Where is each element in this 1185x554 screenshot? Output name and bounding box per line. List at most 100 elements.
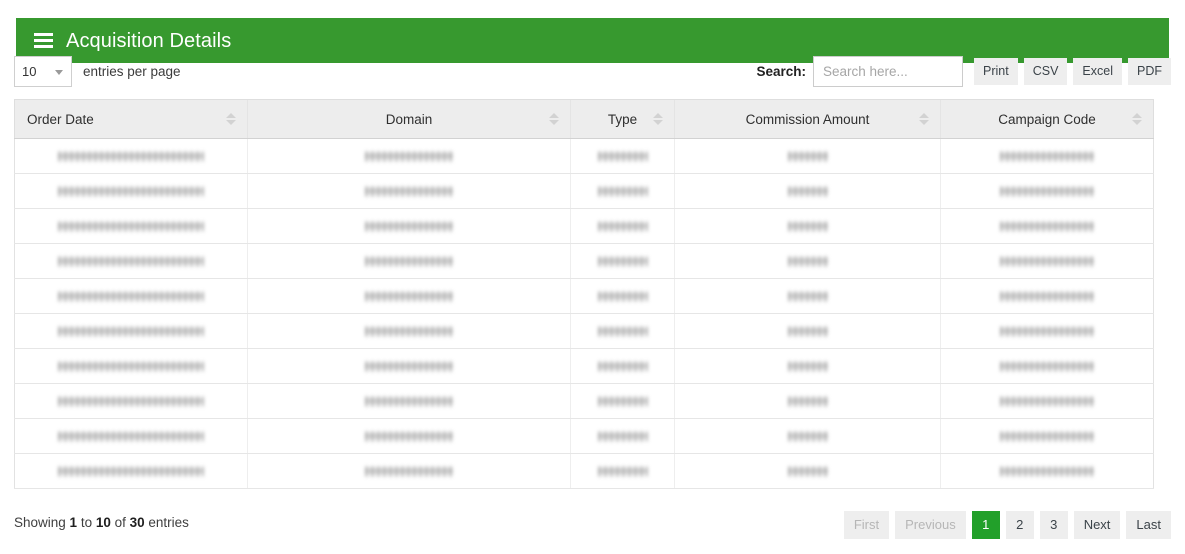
info-mid: to — [77, 515, 96, 530]
pagination-button-2[interactable]: 2 — [1005, 511, 1034, 539]
redacted-value — [365, 325, 453, 337]
table-row[interactable] — [14, 138, 1154, 174]
pagination-button-last[interactable]: Last — [1126, 511, 1171, 539]
info-end: 10 — [95, 515, 111, 530]
page-length-label: entries per page — [83, 64, 181, 79]
redacted-value — [58, 360, 204, 372]
redacted-value — [1000, 360, 1094, 372]
table-cell — [570, 278, 675, 314]
table-cell — [247, 278, 571, 314]
table-row[interactable] — [14, 208, 1154, 244]
redacted-value — [597, 185, 648, 197]
redacted-value — [58, 465, 204, 477]
redacted-value — [365, 185, 453, 197]
column-header-campaign-code[interactable]: Campaign Code — [940, 99, 1154, 139]
table-cell — [940, 383, 1154, 419]
chevron-down-icon — [55, 69, 63, 75]
redacted-value — [787, 150, 828, 162]
print-button[interactable]: Print — [974, 58, 1018, 85]
table-cell — [570, 453, 675, 489]
hamburger-icon[interactable] — [34, 33, 53, 48]
column-header-commission-amount[interactable]: Commission Amount — [674, 99, 941, 139]
excel-button[interactable]: Excel — [1073, 58, 1122, 85]
table-cell — [940, 313, 1154, 349]
redacted-value — [58, 255, 204, 267]
table-cell — [247, 173, 571, 209]
redacted-value — [1000, 185, 1094, 197]
redacted-value — [1000, 290, 1094, 302]
redacted-value — [787, 395, 828, 407]
page-title: Acquisition Details — [66, 29, 232, 52]
sort-updown-icon[interactable] — [653, 111, 663, 127]
redacted-value — [597, 290, 648, 302]
column-header-domain[interactable]: Domain — [247, 99, 571, 139]
redacted-value — [787, 255, 828, 267]
pagination-button-1[interactable]: 1 — [971, 511, 1000, 539]
redacted-value — [597, 465, 648, 477]
redacted-value — [1000, 220, 1094, 232]
table-cell — [14, 243, 248, 279]
redacted-value — [365, 255, 453, 267]
redacted-value — [58, 150, 204, 162]
pagination-button-next[interactable]: Next — [1073, 511, 1121, 539]
column-header-order-date[interactable]: Order Date — [14, 99, 248, 139]
redacted-value — [787, 325, 828, 337]
table-row[interactable] — [14, 348, 1154, 384]
table-header-row: Order Date Domain Type Commission Amount — [14, 99, 1154, 139]
info-of: of — [110, 515, 130, 530]
search-input[interactable] — [813, 56, 964, 87]
sort-updown-icon[interactable] — [919, 111, 929, 127]
sort-updown-icon[interactable] — [1132, 111, 1142, 127]
column-label: Commission Amount — [745, 111, 870, 127]
table-row[interactable] — [14, 453, 1154, 489]
table-cell — [940, 173, 1154, 209]
table-row[interactable] — [14, 278, 1154, 314]
redacted-value — [365, 150, 453, 162]
table-row[interactable] — [14, 313, 1154, 349]
redacted-value — [365, 465, 453, 477]
table-row[interactable] — [14, 418, 1154, 454]
redacted-value — [1000, 395, 1094, 407]
pagination: First Previous 1 2 3 Next Last — [843, 511, 1171, 539]
table-cell — [940, 243, 1154, 279]
sort-updown-icon[interactable] — [549, 111, 559, 127]
table-cell — [247, 138, 571, 174]
table-cell — [674, 453, 941, 489]
redacted-value — [597, 150, 648, 162]
redacted-value — [787, 360, 828, 372]
redacted-value — [365, 290, 453, 302]
table-cell — [674, 208, 941, 244]
table-cell — [940, 208, 1154, 244]
pagination-button-first: First — [843, 511, 890, 539]
pagination-button-3[interactable]: 3 — [1039, 511, 1068, 539]
redacted-value — [1000, 325, 1094, 337]
redacted-value — [365, 395, 453, 407]
table-cell — [570, 138, 675, 174]
table-cell — [940, 453, 1154, 489]
page-length-select[interactable]: 10 — [14, 56, 72, 87]
table-cell — [247, 383, 571, 419]
table-cell — [674, 173, 941, 209]
table-body — [14, 138, 1154, 489]
table-cell — [940, 348, 1154, 384]
page-length-value: 10 — [22, 64, 37, 79]
info-start: 1 — [69, 515, 78, 530]
table-row[interactable] — [14, 383, 1154, 419]
table-cell — [570, 418, 675, 454]
sort-updown-icon[interactable] — [226, 111, 236, 127]
column-header-type[interactable]: Type — [570, 99, 675, 139]
table-row[interactable] — [14, 243, 1154, 279]
table-cell — [247, 453, 571, 489]
redacted-value — [58, 220, 204, 232]
table-cell — [940, 138, 1154, 174]
pagination-button-previous: Previous — [895, 511, 966, 539]
column-label: Type — [607, 111, 638, 127]
csv-button[interactable]: CSV — [1023, 58, 1068, 85]
table-cell — [570, 313, 675, 349]
export-button-group: Print CSV Excel PDF — [974, 58, 1171, 85]
redacted-value — [787, 465, 828, 477]
table-row[interactable] — [14, 173, 1154, 209]
table-cell — [570, 243, 675, 279]
redacted-value — [58, 290, 204, 302]
pdf-button[interactable]: PDF — [1128, 58, 1171, 85]
